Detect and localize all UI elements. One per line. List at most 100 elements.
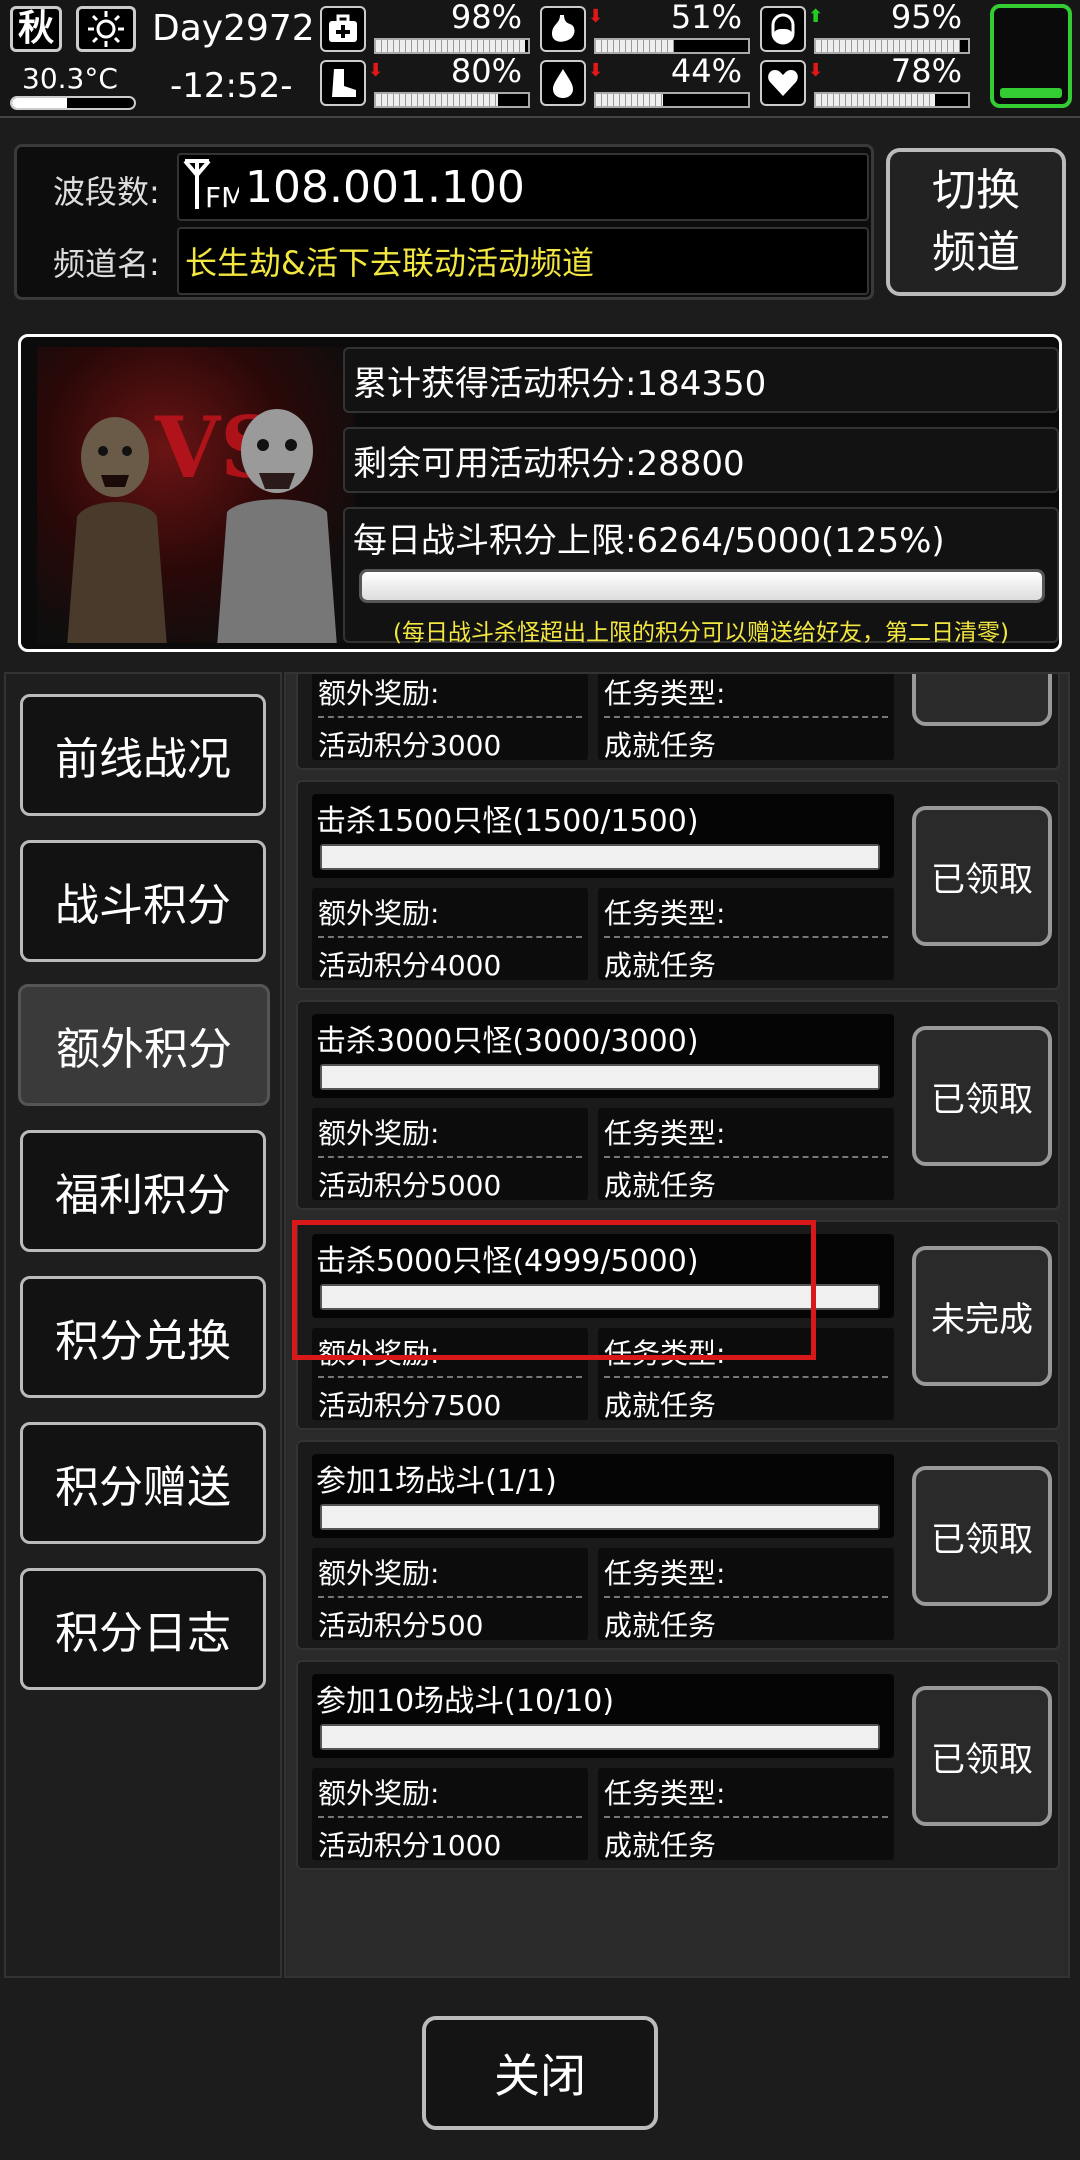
- close-button[interactable]: 关闭: [422, 2016, 658, 2130]
- task-type-label: 任务类型:: [604, 674, 888, 718]
- task-status-button[interactable]: 已领取: [912, 806, 1052, 946]
- task-reward: 额外奖励: 活动积分1000: [312, 1768, 588, 1862]
- switch-channel-button[interactable]: 切换 频道: [886, 148, 1066, 296]
- trend-down-icon: ⬇: [588, 60, 604, 81]
- category-sidebar: 前线战况 战斗积分 额外积分 福利积分 积分兑换 积分赠送 积分日志: [4, 672, 282, 1978]
- task-reward-value: 活动积分1000: [318, 1829, 502, 1862]
- task-title: 参加1场战斗(1/1): [316, 1464, 557, 1499]
- task-type-value: 成就任务: [604, 1389, 717, 1422]
- tab-frontline[interactable]: 前线战况: [20, 694, 266, 816]
- task-status-button[interactable]: 已领取: [912, 1026, 1052, 1166]
- task-title-box: 击杀3000只怪(3000/3000): [312, 1014, 894, 1098]
- task-card: 参加1场战斗(1/1) 额外奖励: 活动积分500 任务类型: 成就任务 已领取: [296, 1440, 1060, 1650]
- tab-extra-points[interactable]: 额外积分: [18, 984, 270, 1106]
- task-type: 任务类型: 成就任务: [598, 1548, 894, 1642]
- daily-limit-text: 每日战斗积分上限:6264/5000(125%): [353, 521, 945, 561]
- task-type: 任务类型: 成就任务: [598, 888, 894, 982]
- channel-label: 频道名:: [53, 245, 160, 283]
- task-reward-label: 额外奖励:: [318, 892, 582, 938]
- tab-battle-points[interactable]: 战斗积分: [20, 840, 266, 962]
- task-card: 击杀3000只怪(3000/3000) 额外奖励: 活动积分5000 任务类型: 成就任…: [296, 1000, 1060, 1210]
- task-type-value: 成就任务: [604, 949, 717, 982]
- task-reward-label: 额外奖励:: [318, 1552, 582, 1598]
- task-type-value: 成就任务: [604, 729, 717, 762]
- task-type-value: 成就任务: [604, 1609, 717, 1642]
- channel-name: 长生劫&活下去联动活动频道: [177, 227, 869, 295]
- task-status-button[interactable]: 未完成: [912, 1246, 1052, 1386]
- temperature-bar: [10, 96, 136, 110]
- task-title-box: 击杀1500只怪(1500/1500): [312, 794, 894, 878]
- task-reward-value: 活动积分3000: [318, 729, 502, 762]
- stat-mood: ⬇ 78%: [760, 52, 970, 110]
- tab-points-log[interactable]: 积分日志: [20, 1568, 266, 1690]
- boot-icon: [320, 60, 366, 106]
- task-type-label: 任务类型:: [604, 1552, 888, 1598]
- task-title: 参加10场战斗(10/10): [316, 1684, 615, 1719]
- task-reward-value: 活动积分500: [318, 1609, 484, 1642]
- daily-limit-box: 每日战斗积分上限:6264/5000(125%) (每日战斗杀怪超出上限的积分可…: [343, 507, 1059, 646]
- task-status-button[interactable]: 已领取: [912, 1466, 1052, 1606]
- trend-down-icon: ⬇: [808, 60, 824, 81]
- task-type: 任务类型: 成就任务: [598, 674, 894, 762]
- score-panel: VS 累计获得活动积分:184350 剩余可用活动积分:28800 每日战斗积分…: [18, 334, 1062, 652]
- task-reward: 额外奖励: 活动积分3000: [312, 674, 588, 762]
- remaining-points: 剩余可用活动积分:28800: [343, 427, 1059, 493]
- task-reward-label: 额外奖励:: [318, 674, 582, 718]
- svg-text:FM: FM: [205, 181, 239, 214]
- task-reward: 额外奖励: 活动积分500: [312, 1548, 588, 1642]
- task-reward-label: 额外奖励:: [318, 1112, 582, 1158]
- tab-points-exchange[interactable]: 积分兑换: [20, 1276, 266, 1398]
- task-type-label: 任务类型:: [604, 1772, 888, 1818]
- task-type-label: 任务类型:: [604, 1112, 888, 1158]
- task-progress-bar: [320, 1724, 880, 1750]
- task-reward-value: 活动积分7500: [318, 1389, 502, 1422]
- task-type-value: 成就任务: [604, 1829, 717, 1862]
- task-reward-value: 活动积分5000: [318, 1169, 502, 1202]
- tab-points-gift[interactable]: 积分赠送: [20, 1422, 266, 1544]
- task-type: 任务类型: 成就任务: [598, 1768, 894, 1862]
- status-bar: 秋 30.3°C Day2972 -12:52- 98% ⬇ 51% ⬆ 95%…: [0, 0, 1080, 118]
- stat-hunger: ⬇ 51%: [540, 0, 750, 56]
- task-status-button[interactable]: 已领取: [912, 674, 1052, 726]
- task-reward-value: 活动积分4000: [318, 949, 502, 982]
- heart-icon: [760, 60, 806, 106]
- radio-panel: 波段数: FM 108.001.100 频道名: 长生劫&活下去联动活动频道: [14, 144, 874, 300]
- trend-down-icon: ⬇: [588, 6, 604, 27]
- task-reward: 额外奖励: 活动积分4000: [312, 888, 588, 982]
- medkit-icon: [320, 6, 366, 52]
- temperature: 30.3°C: [22, 62, 118, 95]
- task-card: 击杀1500只怪(1500/1500) 额外奖励: 活动积分4000 任务类型: 成就任…: [296, 780, 1060, 990]
- sun-icon: [76, 6, 136, 52]
- task-title-box: 参加1场战斗(1/1): [312, 1454, 894, 1538]
- game-time: -12:52-: [170, 66, 293, 106]
- task-reward: 额外奖励: 活动积分5000: [312, 1108, 588, 1202]
- trend-up-icon: ⬆: [808, 6, 824, 27]
- daily-limit-note: (每日战斗杀怪超出上限的积分可以赠送给好友，第二日清零): [393, 620, 1009, 646]
- task-type-value: 成就任务: [604, 1169, 717, 1202]
- stat-stamina: ⬇ 80%: [320, 52, 530, 110]
- task-title: 击杀3000只怪(3000/3000): [316, 1024, 699, 1059]
- daily-limit-progress: [359, 569, 1045, 603]
- stomach-icon: [540, 6, 586, 52]
- fm-antenna-icon: FM: [179, 155, 245, 219]
- stat-thirst: ⬇ 44%: [540, 52, 750, 110]
- frequency-label: 波段数:: [53, 173, 160, 211]
- task-progress-bar: [320, 844, 880, 870]
- day-counter: Day2972: [152, 8, 315, 49]
- task-card: 参加10场战斗(10/10) 额外奖励: 活动积分1000 任务类型: 成就任务 已领取: [296, 1660, 1060, 1870]
- highlight-annotation: [292, 1220, 816, 1360]
- total-points: 累计获得活动积分:184350: [343, 347, 1059, 413]
- stat-health: 98%: [320, 0, 530, 56]
- event-banner-image: VS: [37, 347, 355, 643]
- task-type: 任务类型: 成就任务: [598, 1108, 894, 1202]
- task-reward-label: 额外奖励:: [318, 1772, 582, 1818]
- task-status-button[interactable]: 已领取: [912, 1686, 1052, 1826]
- tab-welfare-points[interactable]: 福利积分: [20, 1130, 266, 1252]
- task-title: 击杀1500只怪(1500/1500): [316, 804, 699, 839]
- task-title-box: 参加10场战斗(10/10): [312, 1674, 894, 1758]
- battery-icon: [990, 4, 1072, 108]
- task-type-label: 任务类型:: [604, 892, 888, 938]
- stat-immunity: ⬆ 95%: [760, 0, 970, 56]
- task-progress-bar: [320, 1504, 880, 1530]
- pill-icon: [760, 6, 806, 52]
